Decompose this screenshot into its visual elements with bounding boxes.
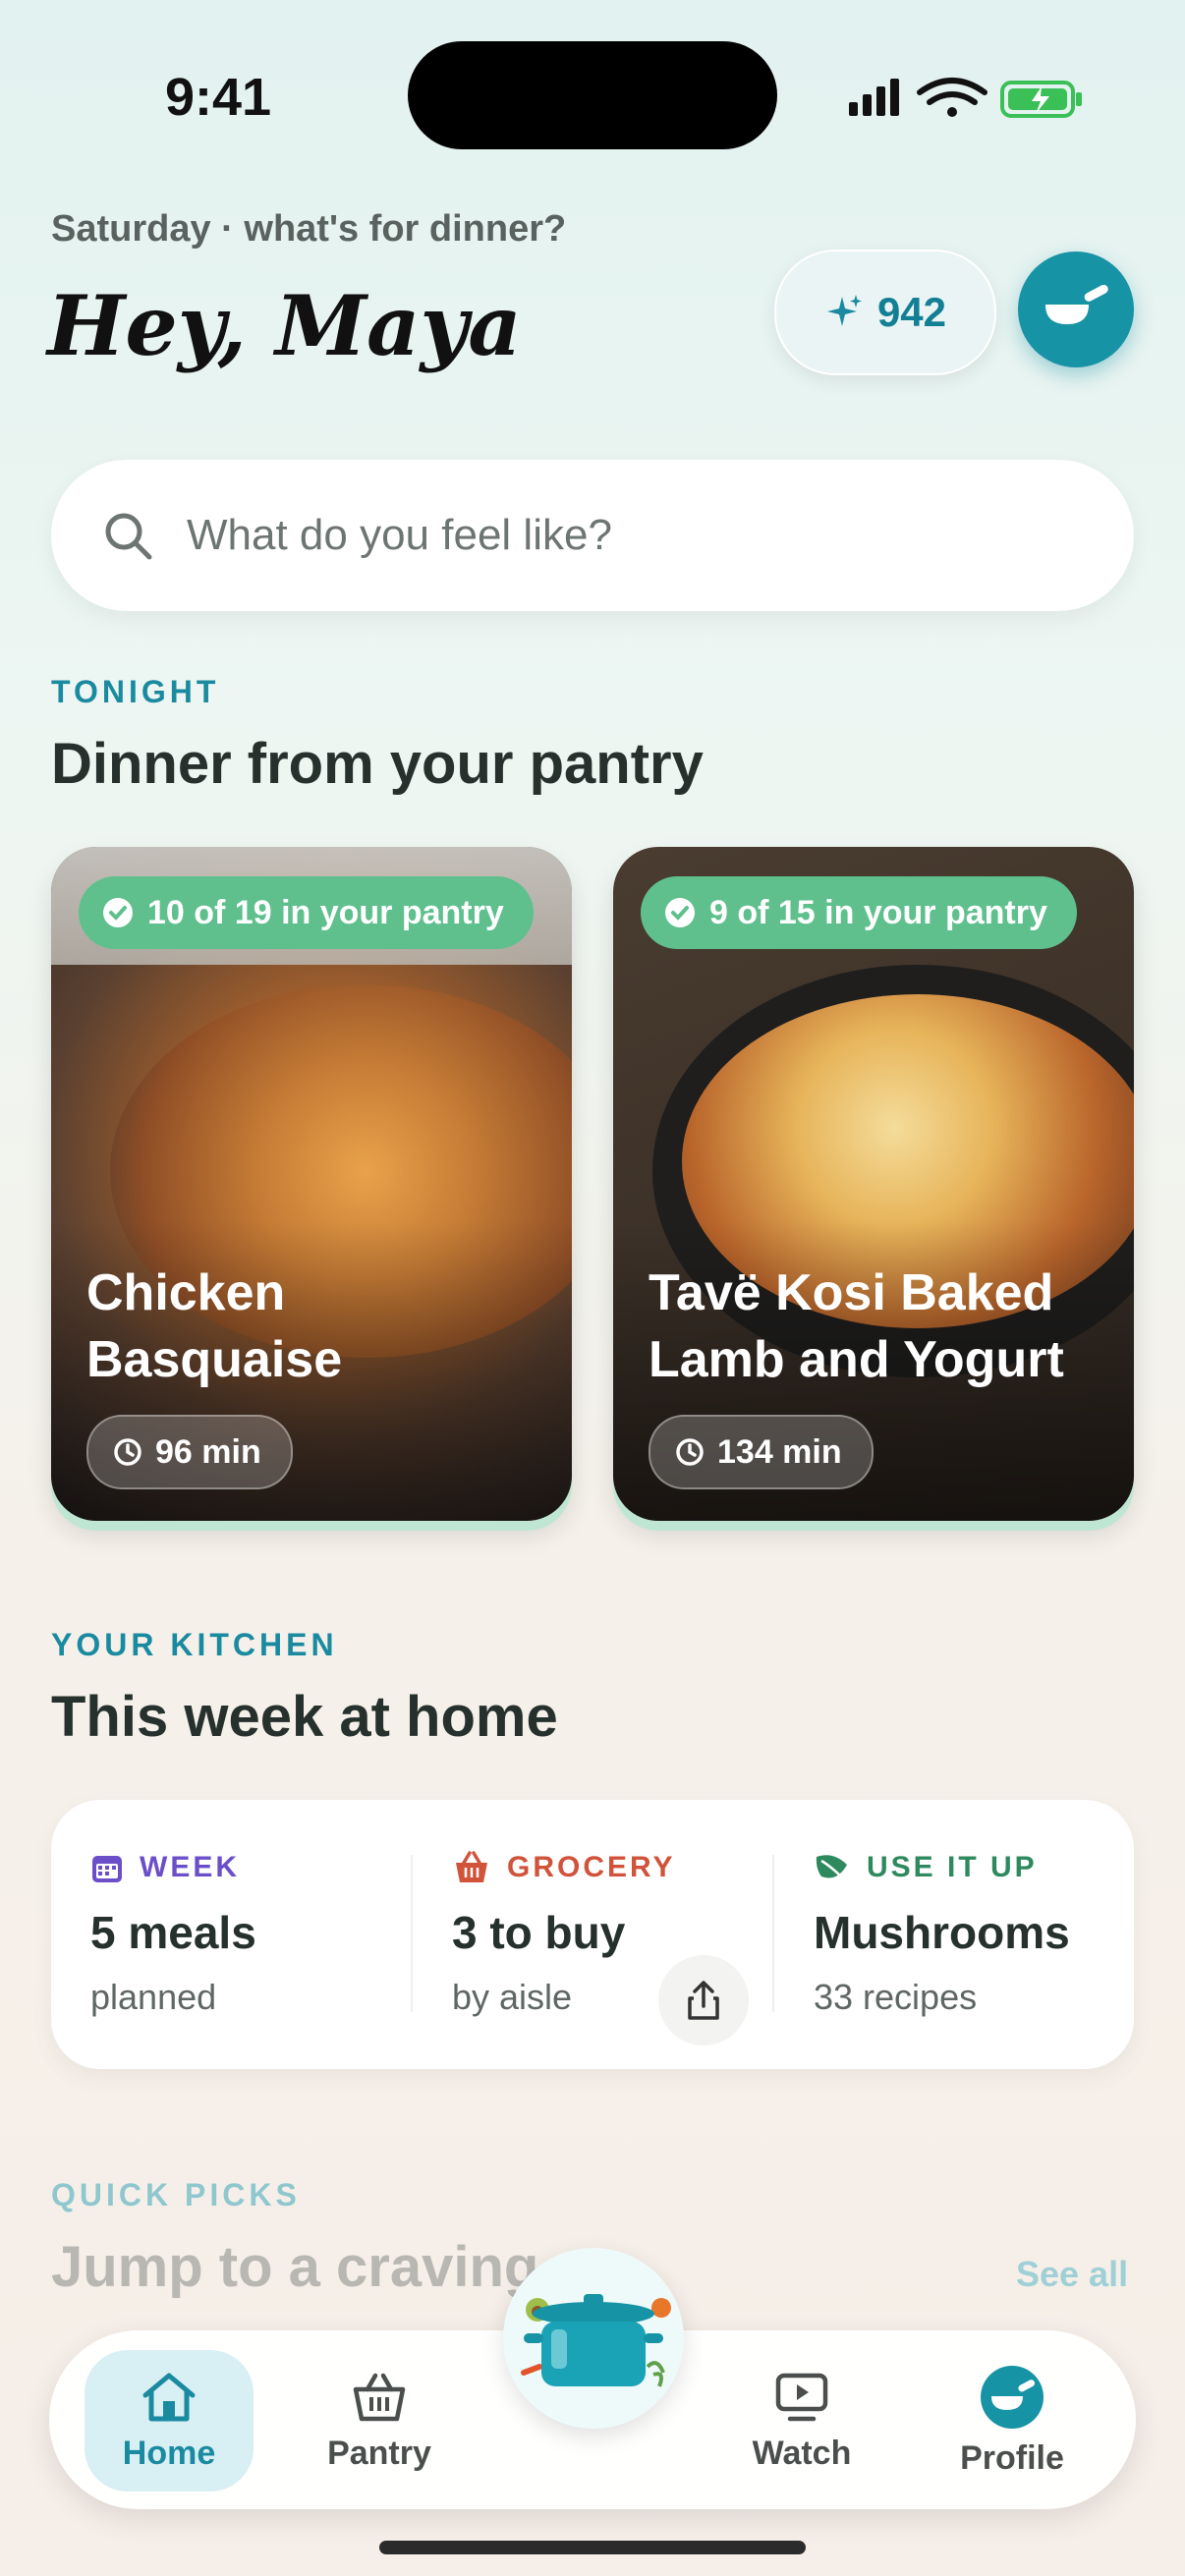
tab-profile-label: Profile — [960, 2438, 1064, 2477]
tab-profile[interactable]: Profile — [928, 2350, 1097, 2492]
greeting-subtitle: Saturday · what's for dinner? — [51, 208, 567, 250]
recipe-title: Chicken Basquaise — [86, 1264, 343, 1388]
recipe-card-chicken-basquaise[interactable]: 10 of 19 in your pantry Chicken Basquais… — [51, 847, 572, 1521]
timer-icon — [676, 1438, 704, 1466]
quickpicks-eyebrow: QUICK PICKS — [51, 2177, 301, 2212]
search-bar[interactable]: What do you feel like? — [51, 460, 1134, 611]
tonight-eyebrow: TONIGHT — [51, 674, 220, 709]
useitup-label: USE IT UP — [867, 1851, 1038, 1883]
tab-home[interactable]: Home — [85, 2350, 254, 2492]
use-it-up-tile[interactable]: USE IT UP Mushrooms 33 recipes — [814, 1851, 1070, 2018]
divider — [772, 1855, 774, 2012]
battery-icon — [1000, 81, 1082, 118]
sparkle-icon — [826, 295, 862, 326]
status-time: 9:41 — [165, 68, 272, 127]
week-value: 5 meals — [90, 1907, 256, 1958]
home-indicator — [379, 2541, 806, 2554]
dynamic-island — [408, 41, 777, 149]
week-label: WEEK — [140, 1851, 240, 1883]
pantry-match-pill: 10 of 19 in your pantry — [79, 876, 534, 949]
kitchen-title: This week at home — [51, 1685, 558, 1749]
basket-icon — [353, 2373, 406, 2421]
pantry-match-text: 9 of 15 in your pantry — [709, 893, 1047, 931]
status-icons — [849, 77, 1085, 125]
basket-icon — [456, 1851, 487, 1882]
cook-fab[interactable] — [503, 2248, 684, 2429]
tab-pantry-label: Pantry — [327, 2434, 431, 2472]
play-icon — [775, 2373, 828, 2421]
leaf-icon — [816, 1855, 847, 1879]
pot-icon — [521, 2294, 671, 2387]
duration-badge: 96 min — [86, 1415, 293, 1489]
duration-text: 134 min — [717, 1432, 842, 1471]
see-all-link[interactable]: See all — [1016, 2254, 1128, 2295]
profile-avatar[interactable] — [1018, 252, 1134, 367]
recipe-title: Tavë Kosi Baked Lamb and Yogurt — [649, 1264, 1064, 1388]
check-icon — [103, 898, 133, 927]
tonight-title: Dinner from your pantry — [51, 732, 704, 796]
home-icon — [142, 2373, 196, 2421]
pan-icon — [981, 2365, 1044, 2429]
kitchen-summary-card: WEEK 5 meals planned GROCERY 3 to buy by… — [51, 1800, 1134, 2069]
points-value: 942 — [876, 289, 947, 335]
search-icon — [105, 513, 152, 560]
tab-watch-label: Watch — [752, 2434, 852, 2472]
grocery-label: GROCERY — [507, 1851, 676, 1883]
duration-badge: 134 min — [649, 1415, 874, 1489]
quickpicks-title: Jump to a craving — [51, 2235, 539, 2299]
duration-text: 96 min — [155, 1432, 261, 1471]
signal-icon — [849, 79, 899, 116]
tab-home-label: Home — [122, 2434, 216, 2472]
pantry-match-text: 10 of 19 in your pantry — [147, 893, 504, 931]
pantry-match-pill: 9 of 15 in your pantry — [641, 876, 1077, 949]
grocery-sub: by aisle — [452, 1977, 573, 2017]
week-sub: planned — [90, 1977, 217, 2017]
useitup-sub: 33 recipes — [814, 1977, 978, 2017]
useitup-value: Mushrooms — [814, 1907, 1070, 1958]
points-badge[interactable]: 942 — [774, 250, 996, 375]
grocery-tile[interactable]: GROCERY 3 to buy by aisle — [452, 1851, 676, 2018]
grocery-value: 3 to buy — [452, 1907, 626, 1958]
check-icon — [665, 898, 695, 927]
greeting-title: Hey, Maya — [47, 277, 522, 374]
recipe-card-tave-kosi[interactable]: 9 of 15 in your pantry Tavë Kosi Baked L… — [613, 847, 1134, 1521]
search-placeholder: What do you feel like? — [187, 511, 612, 559]
timer-icon — [114, 1438, 141, 1466]
kitchen-eyebrow: YOUR KITCHEN — [51, 1627, 338, 1662]
tab-watch[interactable]: Watch — [717, 2350, 886, 2492]
week-tile[interactable]: WEEK 5 meals planned — [90, 1851, 256, 2018]
wifi-icon — [917, 78, 988, 105]
calendar-icon — [92, 1856, 122, 1882]
pan-icon — [1045, 285, 1108, 324]
share-icon — [688, 1981, 719, 2020]
share-grocery-button[interactable] — [658, 1955, 749, 2045]
tab-pantry[interactable]: Pantry — [295, 2350, 464, 2492]
divider — [411, 1855, 413, 2012]
